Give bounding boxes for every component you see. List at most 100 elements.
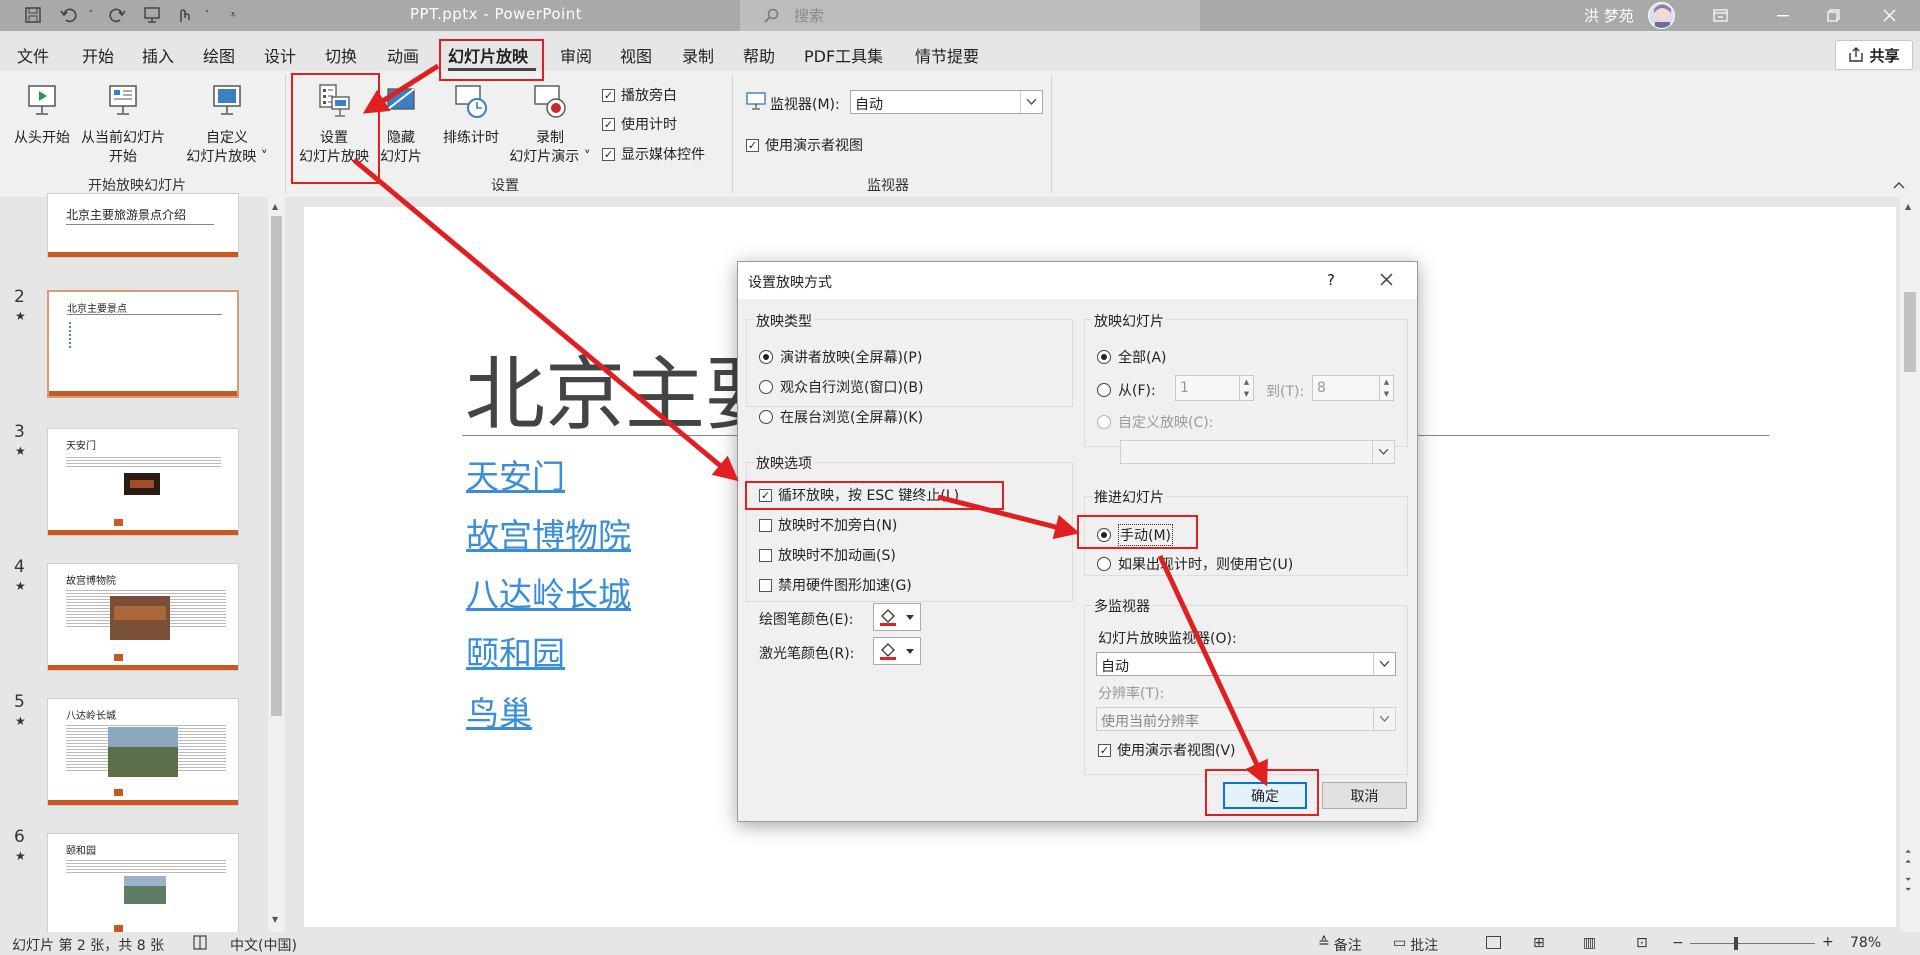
slide-show-view-icon[interactable]: ⊡ — [1636, 935, 1648, 951]
hide-slide-button[interactable]: 隐藏 幻灯片 — [376, 83, 426, 167]
tab-home[interactable]: 开始 — [82, 43, 114, 67]
show-media-controls-checkbox[interactable]: ✓ 显示媒体控件 — [602, 144, 705, 164]
slide-link[interactable]: 八达岭长城 — [466, 568, 631, 616]
reading-view-icon[interactable]: ▥ — [1583, 935, 1596, 951]
tab-transitions[interactable]: 切换 — [325, 43, 357, 67]
tab-review[interactable]: 审阅 — [560, 43, 592, 67]
prev-slide-icon[interactable]: ⏶ ⏶ — [1905, 847, 1911, 867]
slide-thumbnail-selected[interactable]: 北京主要景点 — [47, 290, 239, 398]
minimize-icon[interactable] — [1760, 0, 1806, 31]
disable-hw-acceleration-checkbox[interactable]: 禁用硬件图形加速(G) — [759, 575, 912, 595]
record-slide-show-button[interactable]: 录制 幻灯片演示 ˅ — [505, 83, 595, 167]
touch-mode-icon[interactable] — [172, 4, 194, 26]
spinner-arrows-icon[interactable]: ▲ ▼ — [1239, 376, 1253, 400]
tab-design[interactable]: 设计 — [264, 43, 296, 67]
from-beginning-button[interactable]: 从头开始 — [10, 83, 74, 148]
zoom-slider-thumb[interactable] — [1734, 937, 1738, 950]
slide-thumbnail[interactable]: 故宫博物院 — [47, 563, 239, 671]
tab-pdf-tools[interactable]: PDF工具集 — [804, 43, 883, 67]
help-button[interactable]: ? — [1327, 271, 1335, 289]
from-current-slide-button[interactable]: 从当前幻灯片 开始 — [76, 83, 170, 167]
no-narration-checkbox[interactable]: 放映时不加旁白(N) — [759, 515, 897, 535]
slide-sorter-icon[interactable]: ⊞ — [1533, 935, 1545, 951]
no-animation-checkbox[interactable]: 放映时不加动画(S) — [759, 545, 896, 565]
zoom-slider[interactable] — [1690, 943, 1815, 944]
slide-scrollbar[interactable]: ▲ ⏶ ⏶ ⏷ ⏷ — [1900, 197, 1920, 932]
spinner-arrows-icon[interactable]: ▲ ▼ — [1379, 376, 1393, 400]
tab-help[interactable]: 帮助 — [743, 43, 775, 67]
spellcheck-icon[interactable] — [192, 935, 208, 954]
tab-storyboard[interactable]: 情节提要 — [915, 43, 979, 67]
radio-circle[interactable] — [759, 410, 773, 424]
radio-circle[interactable] — [1097, 383, 1111, 397]
custom-show-select[interactable] — [1120, 440, 1395, 464]
checkbox-box[interactable] — [759, 548, 772, 562]
pen-color-picker[interactable] — [873, 603, 921, 631]
dialog-close-icon[interactable] — [1380, 273, 1393, 290]
slide-link[interactable]: 天安门 — [466, 450, 565, 498]
comments-button[interactable]: ▭ 批注 — [1393, 935, 1438, 955]
presenter-mode-radio[interactable]: 演讲者放映(全屏幕)(P) — [759, 347, 922, 367]
redo-icon[interactable] — [106, 4, 128, 26]
laser-color-picker[interactable] — [873, 637, 921, 665]
collapse-ribbon-icon[interactable] — [1893, 177, 1905, 193]
scroll-down-icon[interactable]: ▼ — [272, 915, 278, 924]
tab-record[interactable]: 录制 — [682, 43, 714, 67]
language-status[interactable]: 中文(中国) — [230, 935, 297, 955]
scroll-thumb[interactable] — [271, 216, 282, 716]
tab-insert[interactable]: 插入 — [142, 43, 174, 67]
undo-dropdown-icon[interactable]: ˅ — [80, 4, 102, 26]
kiosk-mode-radio[interactable]: 在展台浏览(全屏幕)(K) — [759, 407, 923, 427]
zoom-out-icon[interactable]: − — [1672, 935, 1684, 951]
radio-circle[interactable] — [1097, 557, 1111, 571]
tab-file[interactable]: 文件 — [17, 43, 49, 67]
restore-icon[interactable] — [1810, 0, 1856, 31]
radio-circle[interactable] — [759, 380, 773, 394]
all-slides-radio[interactable]: 全部(A) — [1097, 347, 1167, 367]
scroll-up-icon[interactable]: ▲ — [272, 202, 278, 211]
checkbox-box[interactable]: ✓ — [602, 88, 615, 102]
cancel-button[interactable]: 取消 — [1322, 782, 1407, 809]
play-narrations-checkbox[interactable]: ✓ 播放旁白 — [602, 85, 677, 105]
monitor-select[interactable]: 自动 — [850, 90, 1043, 114]
touch-dropdown-icon[interactable]: ˅ — [196, 4, 218, 26]
use-timings-checkbox[interactable]: ✓ 使用计时 — [602, 114, 677, 134]
close-icon[interactable] — [1866, 0, 1912, 31]
checkbox-box[interactable]: ✓ — [602, 117, 615, 131]
tab-view[interactable]: 视图 — [620, 43, 652, 67]
radio-circle[interactable] — [1097, 415, 1111, 429]
resolution-select[interactable]: 使用当前分辨率 — [1096, 707, 1396, 731]
normal-view-icon[interactable] — [1486, 936, 1501, 949]
checkbox-box[interactable]: ✓ — [602, 147, 615, 161]
radio-circle[interactable] — [759, 350, 773, 364]
to-slide-spinner[interactable]: 8 ▲ ▼ — [1312, 375, 1394, 401]
zoom-level[interactable]: 78% — [1850, 935, 1881, 951]
zoom-in-icon[interactable]: + — [1822, 934, 1834, 950]
avatar[interactable] — [1648, 2, 1675, 29]
custom-show-radio[interactable]: 自定义放映(C): — [1097, 412, 1213, 432]
slide-link[interactable]: 颐和园 — [466, 627, 565, 675]
save-icon[interactable] — [22, 4, 44, 26]
custom-slide-show-button[interactable]: 自定义 幻灯片放映 ˅ — [180, 83, 274, 167]
slide-thumbnail[interactable]: 天安门 — [47, 428, 239, 536]
slide-show-monitor-select[interactable]: 自动 — [1096, 652, 1396, 676]
browsed-individual-radio[interactable]: 观众自行浏览(窗口)(B) — [759, 377, 923, 397]
slide-link[interactable]: 故宫博物院 — [466, 509, 631, 557]
slide-thumbnail[interactable]: 颐和园 — [47, 833, 239, 933]
share-button[interactable]: 共享 — [1835, 40, 1913, 70]
radio-circle[interactable] — [1097, 350, 1111, 364]
slide-thumbnail[interactable]: 八达岭长城 — [47, 698, 239, 806]
checkbox-box[interactable]: ✓ — [746, 138, 759, 152]
undo-icon[interactable] — [58, 4, 80, 26]
use-timings-radio[interactable]: 如果出现计时，则使用它(U) — [1097, 554, 1293, 574]
next-slide-icon[interactable]: ⏷ ⏷ — [1905, 875, 1911, 895]
scroll-up-icon[interactable]: ▲ — [1905, 202, 1911, 211]
ribbon-presenter-view-checkbox[interactable]: ✓ 使用演示者视图 — [746, 135, 863, 155]
checkbox-box[interactable] — [759, 518, 772, 532]
from-slide-radio[interactable]: 从(F): — [1097, 380, 1156, 400]
checkbox-box[interactable]: ✓ — [1098, 743, 1111, 757]
search-box[interactable]: 搜索 — [740, 0, 1200, 31]
thumbnail-scrollbar[interactable]: ▲ ▼ — [268, 197, 285, 932]
customize-qat-icon[interactable]: ⩡ — [222, 4, 244, 26]
dialog-presenter-view-checkbox[interactable]: ✓ 使用演示者视图(V) — [1098, 740, 1236, 760]
